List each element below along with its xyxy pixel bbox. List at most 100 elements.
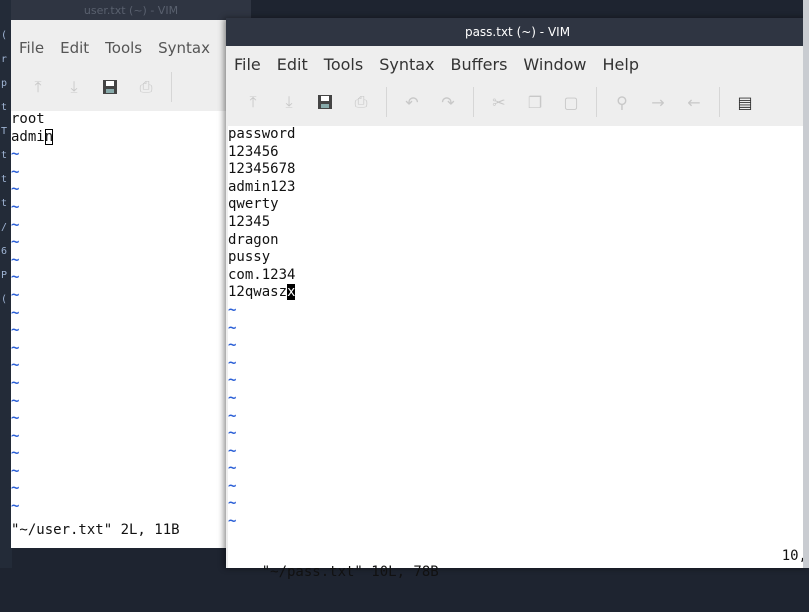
download-icon[interactable]: ⤓ [272, 88, 306, 116]
undo-icon[interactable]: ↶ [395, 88, 429, 116]
empty-line-tilde: ~ [11, 234, 20, 251]
find-prev-icon[interactable]: ← [677, 88, 711, 116]
line-text: 123456 [228, 143, 279, 160]
toolbar-separator [386, 87, 387, 117]
empty-line-tilde: ~ [11, 392, 20, 409]
line-text: 12345678 [228, 161, 296, 178]
empty-line-tilde: ~ [11, 286, 20, 303]
copy-icon[interactable]: ❐ [518, 88, 552, 116]
window-border [803, 0, 809, 568]
empty-line-tilde: ~ [228, 372, 237, 389]
menu-file[interactable]: File [11, 39, 52, 57]
line-text: pussy [228, 249, 271, 266]
script-icon[interactable]: ▤ [728, 88, 762, 116]
menu-help[interactable]: Help [595, 55, 647, 74]
empty-line-tilde: ~ [11, 269, 20, 286]
terminal-glyph: 6 [1, 246, 8, 257]
empty-line-tilde: ~ [228, 513, 237, 530]
menu-window[interactable]: Window [515, 55, 594, 74]
terminal-glyph: ( [1, 294, 8, 305]
empty-line-tilde: ~ [11, 462, 20, 479]
empty-line-tilde: ~ [11, 322, 20, 339]
menu-edit[interactable]: Edit [269, 55, 316, 74]
menu-syntax[interactable]: Syntax [150, 39, 218, 57]
empty-line-tilde: ~ [11, 304, 20, 321]
menu-tools[interactable]: Tools [316, 55, 371, 74]
empty-line-tilde: ~ [11, 216, 20, 233]
menu-edit[interactable]: Edit [52, 39, 97, 57]
window-titlebar[interactable]: pass.txt (~) - VIM [226, 18, 809, 46]
empty-line-tilde: ~ [228, 407, 237, 424]
toolbar-separator [473, 87, 474, 117]
terminal-glyph: t [1, 150, 8, 161]
open-icon[interactable]: ⤒ [21, 73, 55, 101]
toolbar: ⤒ ⤓ ⎙ ↶ ↷ ✂ ❐ ▢ ⚲ → ← ▤ [226, 81, 809, 123]
status-message: "~/pass.txt" 10L, 78B [261, 564, 439, 580]
line-text: password [228, 126, 296, 142]
empty-line-tilde: ~ [228, 495, 237, 512]
text-line: admin [11, 128, 251, 147]
text-line: root [11, 111, 251, 129]
text-cursor: n [44, 128, 54, 145]
toolbar-separator [171, 72, 172, 102]
terminal-glyph: p [1, 78, 8, 89]
line-text: com.1234 [228, 266, 296, 283]
menu-tools[interactable]: Tools [97, 39, 150, 57]
empty-line-tilde: ~ [11, 445, 20, 462]
empty-line-tilde: ~ [228, 460, 237, 477]
print-icon[interactable]: ⎙ [344, 88, 378, 116]
save-icon[interactable] [93, 73, 127, 101]
terminal-glyph: ( [1, 30, 8, 41]
terminal-glyph: P [1, 270, 8, 281]
empty-line-tilde: ~ [11, 480, 20, 497]
text-line: 123456 [228, 144, 809, 162]
window-titlebar[interactable]: user.txt (~) - VIM [11, 0, 251, 20]
empty-line-tilde: ~ [11, 427, 20, 444]
text-line: password [228, 126, 809, 144]
menu-file[interactable]: File [226, 55, 269, 74]
empty-line-tilde: ~ [228, 477, 237, 494]
vim-window-user[interactable]: user.txt (~) - VIM File Edit Tools Syntax ⤒… [11, 0, 251, 548]
line-text: dragon [228, 231, 279, 248]
find-next-icon[interactable]: → [641, 88, 675, 116]
empty-line-tilde: ~ [11, 146, 20, 163]
cut-icon[interactable]: ✂ [482, 88, 516, 116]
text-line: admin123 [228, 179, 809, 197]
empty-line-tilde: ~ [11, 410, 20, 427]
terminal-glyph: t [1, 102, 8, 113]
save-icon[interactable] [308, 88, 342, 116]
terminal-glyph: T [1, 126, 8, 137]
empty-line-tilde: ~ [11, 374, 20, 391]
terminal-glyph: t [1, 198, 8, 209]
redo-icon[interactable]: ↷ [431, 88, 465, 116]
empty-line-tilde: ~ [11, 339, 20, 356]
menu-syntax[interactable]: Syntax [371, 55, 442, 74]
empty-line-tilde: ~ [11, 357, 20, 374]
text-line: dragon [228, 232, 809, 250]
status-line: "~/user.txt" 2L, 11B [11, 522, 251, 540]
toolbar-separator [719, 87, 720, 117]
vim-window-pass[interactable]: pass.txt (~) - VIM File Edit Tools Syntax Bu… [226, 18, 809, 580]
find-replace-icon[interactable]: ⚲ [605, 88, 639, 116]
editor-buffer[interactable]: password 123456 12345678 admin123 qwerty 1234… [228, 126, 809, 568]
paste-icon[interactable]: ▢ [554, 88, 588, 116]
empty-line-tilde: ~ [228, 301, 237, 318]
empty-line-tilde: ~ [228, 319, 237, 336]
status-line: "~/pass.txt" 10L, 78B 10, [228, 548, 809, 580]
window-title: pass.txt (~) - VIM [464, 25, 571, 39]
line-text: 12345 [228, 213, 271, 230]
print-icon[interactable]: ⎙ [129, 73, 163, 101]
menu-buffers[interactable]: Buffers [443, 55, 516, 74]
line-text: admi [11, 128, 45, 145]
text-line: qwerty [228, 196, 809, 214]
open-icon[interactable]: ⤒ [236, 88, 270, 116]
text-cursor: x [287, 284, 296, 301]
empty-line-tilde: ~ [11, 251, 20, 268]
editor-buffer[interactable]: root admin ~ ~ ~ ~ ~ ~ ~ ~ ~ ~ ~ ~ ~ ~ ~ ~ ~ ~ ~ ~ ~ [11, 111, 251, 548]
line-text: admin123 [228, 178, 296, 195]
save-icon-dim[interactable]: ⤓ [57, 73, 91, 101]
toolbar: ⤒ ⤓ ⎙ [11, 66, 251, 108]
text-line: 12345678 [228, 161, 809, 179]
terminal-glyph: r [1, 54, 8, 65]
text-line: pussy [228, 249, 809, 267]
